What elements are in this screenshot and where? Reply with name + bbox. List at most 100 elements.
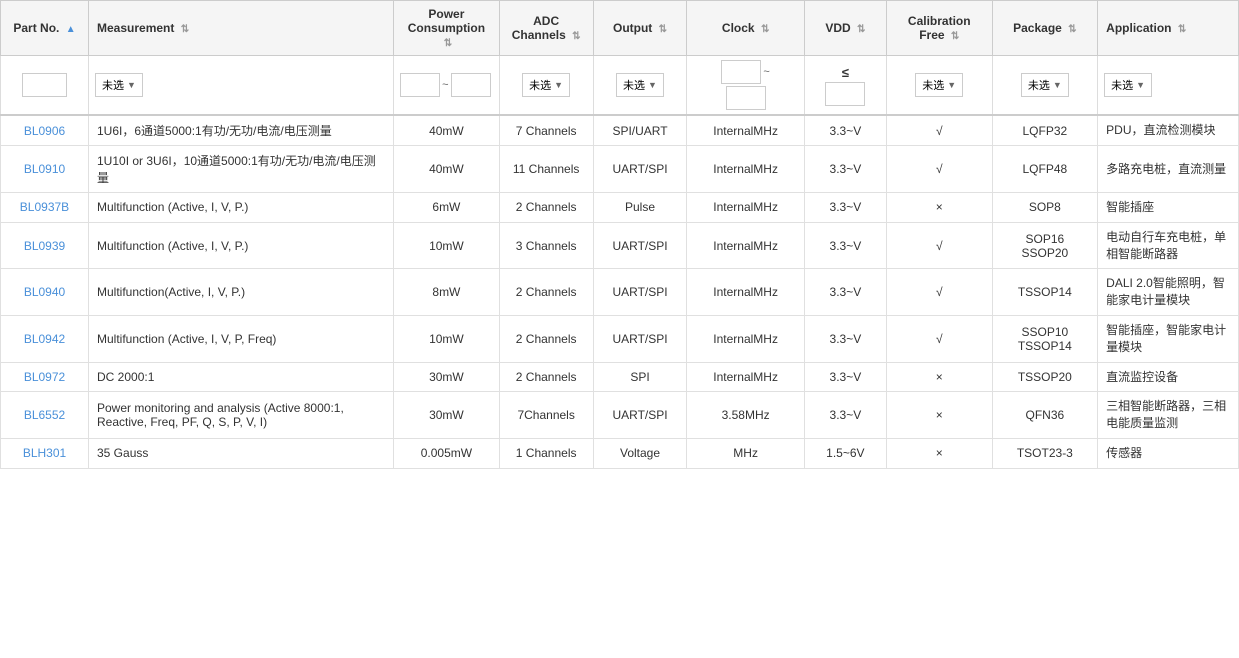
cell-cal-8: × [886,438,992,468]
cell-measurement-0: 1U6I，6通道5000:1有功/无功/电流/电压测量 [89,115,394,146]
cell-part-1: BL0910 [1,146,89,193]
cell-measurement-8: 35 Gauss [89,438,394,468]
cell-vdd-7: 3.3~V [804,392,886,439]
product-table: Part No. ▲ Measurement ⇅ Power Consumpti… [0,0,1239,469]
cell-part-2: BL0937B [1,193,89,223]
dropdown-arrow-measurement: ▼ [127,80,136,90]
col-header-measurement[interactable]: Measurement ⇅ [89,1,394,56]
cell-clock-3: InternalMHz [687,222,804,269]
cell-measurement-5: Multifunction (Active, I, V, P, Freq) [89,315,394,362]
main-table-container: Part No. ▲ Measurement ⇅ Power Consumpti… [0,0,1239,469]
cell-measurement-1: 1U10I or 3U6I，10通道5000:1有功/无功/电流/电压测量 [89,146,394,193]
dropdown-arrow-app: ▼ [1136,80,1145,90]
filter-vdd-input[interactable] [825,82,865,106]
filter-clock-max[interactable] [726,86,766,110]
cell-power-8: 0.005mW [394,438,500,468]
cell-output-5: UART/SPI [593,315,687,362]
col-label-part: Part No. [13,21,59,35]
cell-adc-7: 7Channels [499,392,593,439]
cell-adc-0: 7 Channels [499,115,593,146]
part-link-8[interactable]: BLH301 [23,446,66,460]
filter-measurement-dropdown[interactable]: 未选 ▼ [95,73,143,97]
part-link-5[interactable]: BL0942 [24,332,65,346]
filter-clock-min[interactable] [721,60,761,84]
cell-adc-6: 2 Channels [499,362,593,392]
filter-output-cell: 未选 ▼ [593,56,687,116]
sort-icon-clock: ⇅ [761,24,769,35]
col-header-vdd[interactable]: VDD ⇅ [804,1,886,56]
cell-clock-6: InternalMHz [687,362,804,392]
sort-icon-power: ⇅ [444,38,452,49]
cell-app-5: 智能插座，智能家电计量模块 [1098,315,1239,362]
cell-app-8: 传感器 [1098,438,1239,468]
cell-part-8: BLH301 [1,438,89,468]
filter-package-dropdown[interactable]: 未选 ▼ [1021,73,1069,97]
col-label-cal: Calibration Free [908,14,971,42]
col-label-clock: Clock [722,21,755,35]
table-row: BL0972DC 2000:130mW2 ChannelsSPIInternal… [1,362,1239,392]
part-link-7[interactable]: BL6552 [24,408,65,422]
part-link-2[interactable]: BL0937B [20,200,69,214]
cell-measurement-3: Multifunction (Active, I, V, P.) [89,222,394,269]
cell-vdd-2: 3.3~V [804,193,886,223]
cell-vdd-6: 3.3~V [804,362,886,392]
cell-clock-2: InternalMHz [687,193,804,223]
col-label-power: Power Consumption [408,7,485,35]
col-label-measurement: Measurement [97,21,174,35]
cell-part-7: BL6552 [1,392,89,439]
filter-vdd-cell: ≤ [804,56,886,116]
cell-app-3: 电动自行车充电桩，单相智能断路器 [1098,222,1239,269]
cell-power-2: 6mW [394,193,500,223]
filter-adc-dropdown[interactable]: 未选 ▼ [522,73,570,97]
col-header-cal[interactable]: Calibration Free ⇅ [886,1,992,56]
cell-output-4: UART/SPI [593,269,687,316]
filter-part-input[interactable] [22,73,67,97]
cell-cal-0: √ [886,115,992,146]
col-header-adc[interactable]: ADC Channels ⇅ [499,1,593,56]
cell-cal-1: √ [886,146,992,193]
cell-vdd-3: 3.3~V [804,222,886,269]
cell-adc-4: 2 Channels [499,269,593,316]
cell-measurement-7: Power monitoring and analysis (Active 80… [89,392,394,439]
col-header-output[interactable]: Output ⇅ [593,1,687,56]
filter-row: 未选 ▼ ~ 未选 ▼ [1,56,1239,116]
part-link-0[interactable]: BL0906 [24,124,65,138]
table-row: BLH30135 Gauss0.005mW1 ChannelsVoltageMH… [1,438,1239,468]
cell-measurement-6: DC 2000:1 [89,362,394,392]
filter-app-dropdown[interactable]: 未选 ▼ [1104,73,1152,97]
range-sep-clock: ~ [763,66,769,78]
sort-icon-vdd: ⇅ [857,24,865,35]
part-link-1[interactable]: BL0910 [24,162,65,176]
part-link-3[interactable]: BL0939 [24,239,65,253]
part-link-6[interactable]: BL0972 [24,370,65,384]
filter-cal-dropdown[interactable]: 未选 ▼ [915,73,963,97]
filter-package-label: 未选 [1028,77,1050,93]
filter-output-dropdown[interactable]: 未选 ▼ [616,73,664,97]
filter-output-label: 未选 [623,77,645,93]
col-label-package: Package [1013,21,1062,35]
table-row: BL0910 1U10I or 3U6I，10通道5000:1有功/无功/电流/电… [1,146,1239,193]
cell-power-3: 10mW [394,222,500,269]
filter-power-max[interactable] [451,73,491,97]
sort-icon-measurement: ⇅ [181,24,189,35]
table-row: BL09061U6I，6通道5000:1有功/无功/电流/电压测量40mW7 C… [1,115,1239,146]
col-header-clock[interactable]: Clock ⇅ [687,1,804,56]
col-header-package[interactable]: Package ⇅ [992,1,1098,56]
part-link-4[interactable]: BL0940 [24,285,65,299]
filter-part-cell [1,56,89,116]
col-header-power[interactable]: Power Consumption ⇅ [394,1,500,56]
cell-adc-8: 1 Channels [499,438,593,468]
col-header-app[interactable]: Application ⇅ [1098,1,1239,56]
cell-output-1: UART/SPI [593,146,687,193]
cell-app-4: DALI 2.0智能照明，智能家电计量模块 [1098,269,1239,316]
cell-part-0: BL0906 [1,115,89,146]
col-header-part[interactable]: Part No. ▲ [1,1,89,56]
filter-package-cell: 未选 ▼ [992,56,1098,116]
filter-clock-cell: ~ [687,56,804,116]
col-label-adc: ADC Channels [512,14,566,42]
cell-package-5: SSOP10TSSOP14 [992,315,1098,362]
table-body: BL09061U6I，6通道5000:1有功/无功/电流/电压测量40mW7 C… [1,115,1239,468]
cell-output-6: SPI [593,362,687,392]
filter-power-min[interactable] [400,73,440,97]
col-label-output: Output [613,21,652,35]
